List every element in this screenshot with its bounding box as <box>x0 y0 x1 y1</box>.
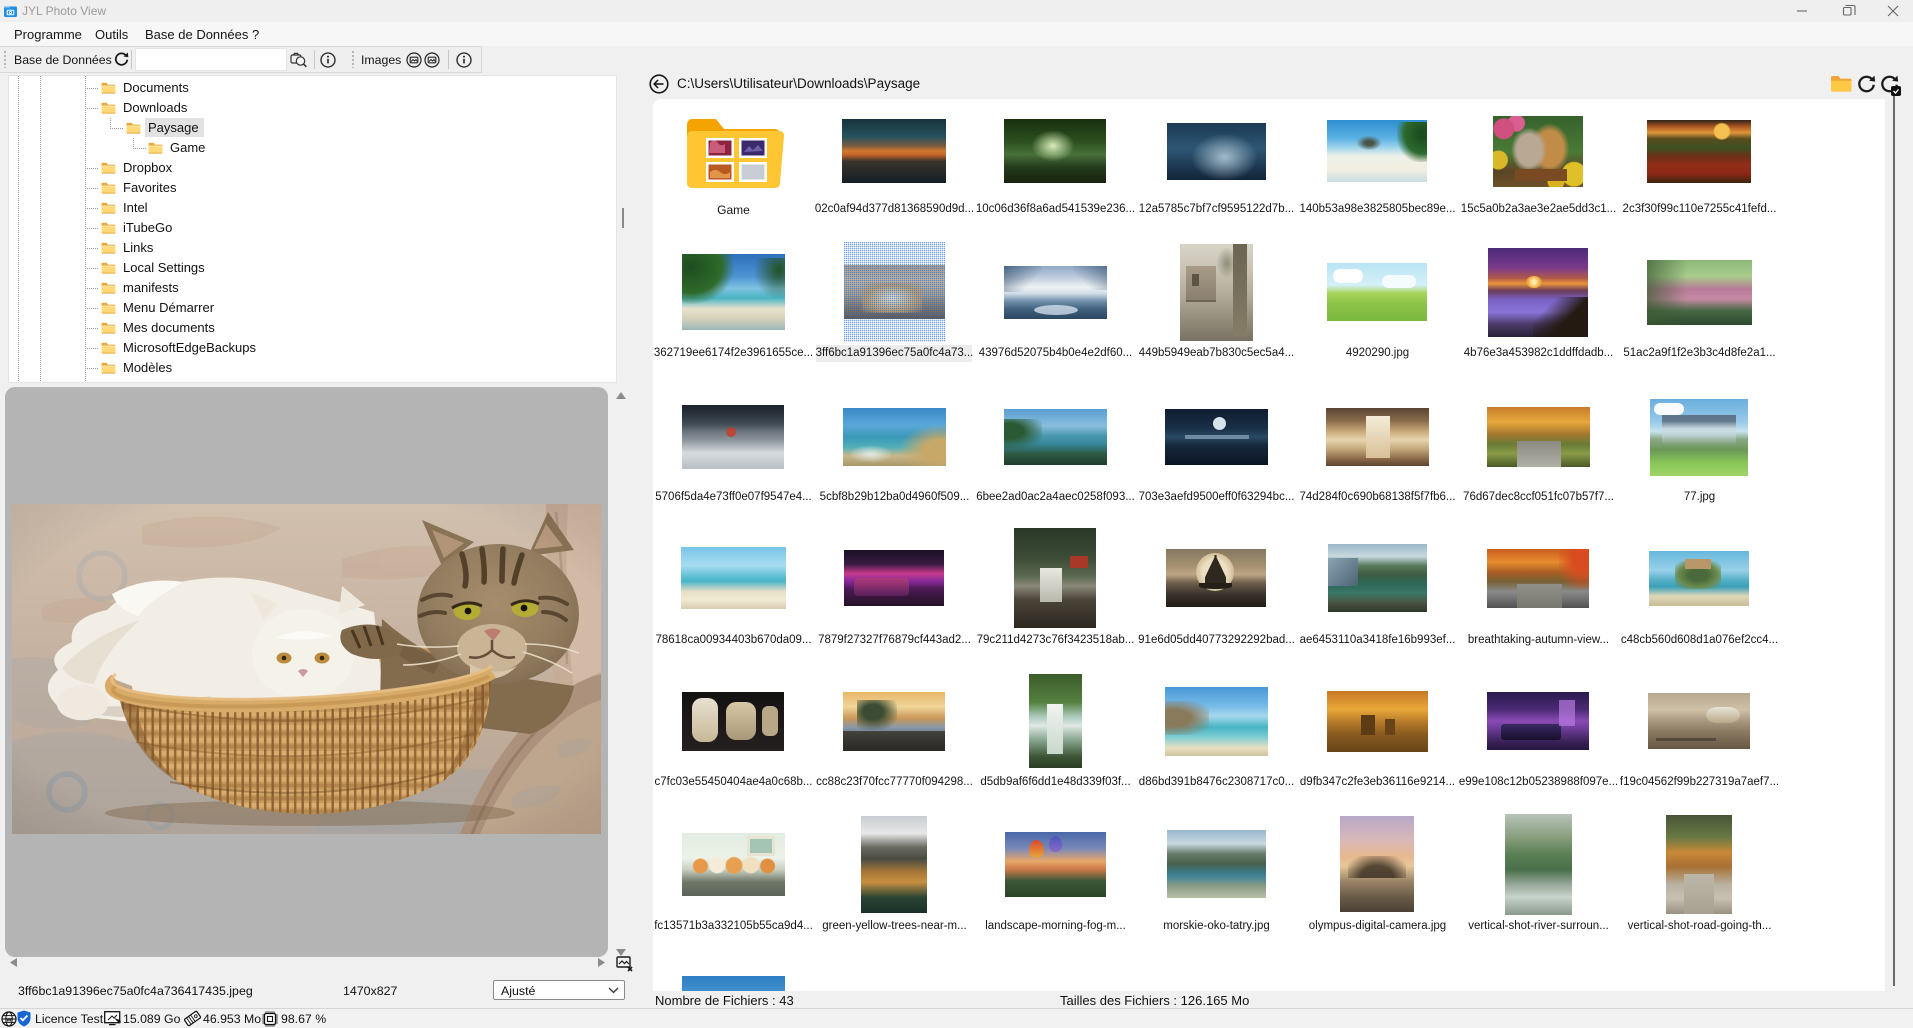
svg-text:w: w <box>5 1017 12 1024</box>
